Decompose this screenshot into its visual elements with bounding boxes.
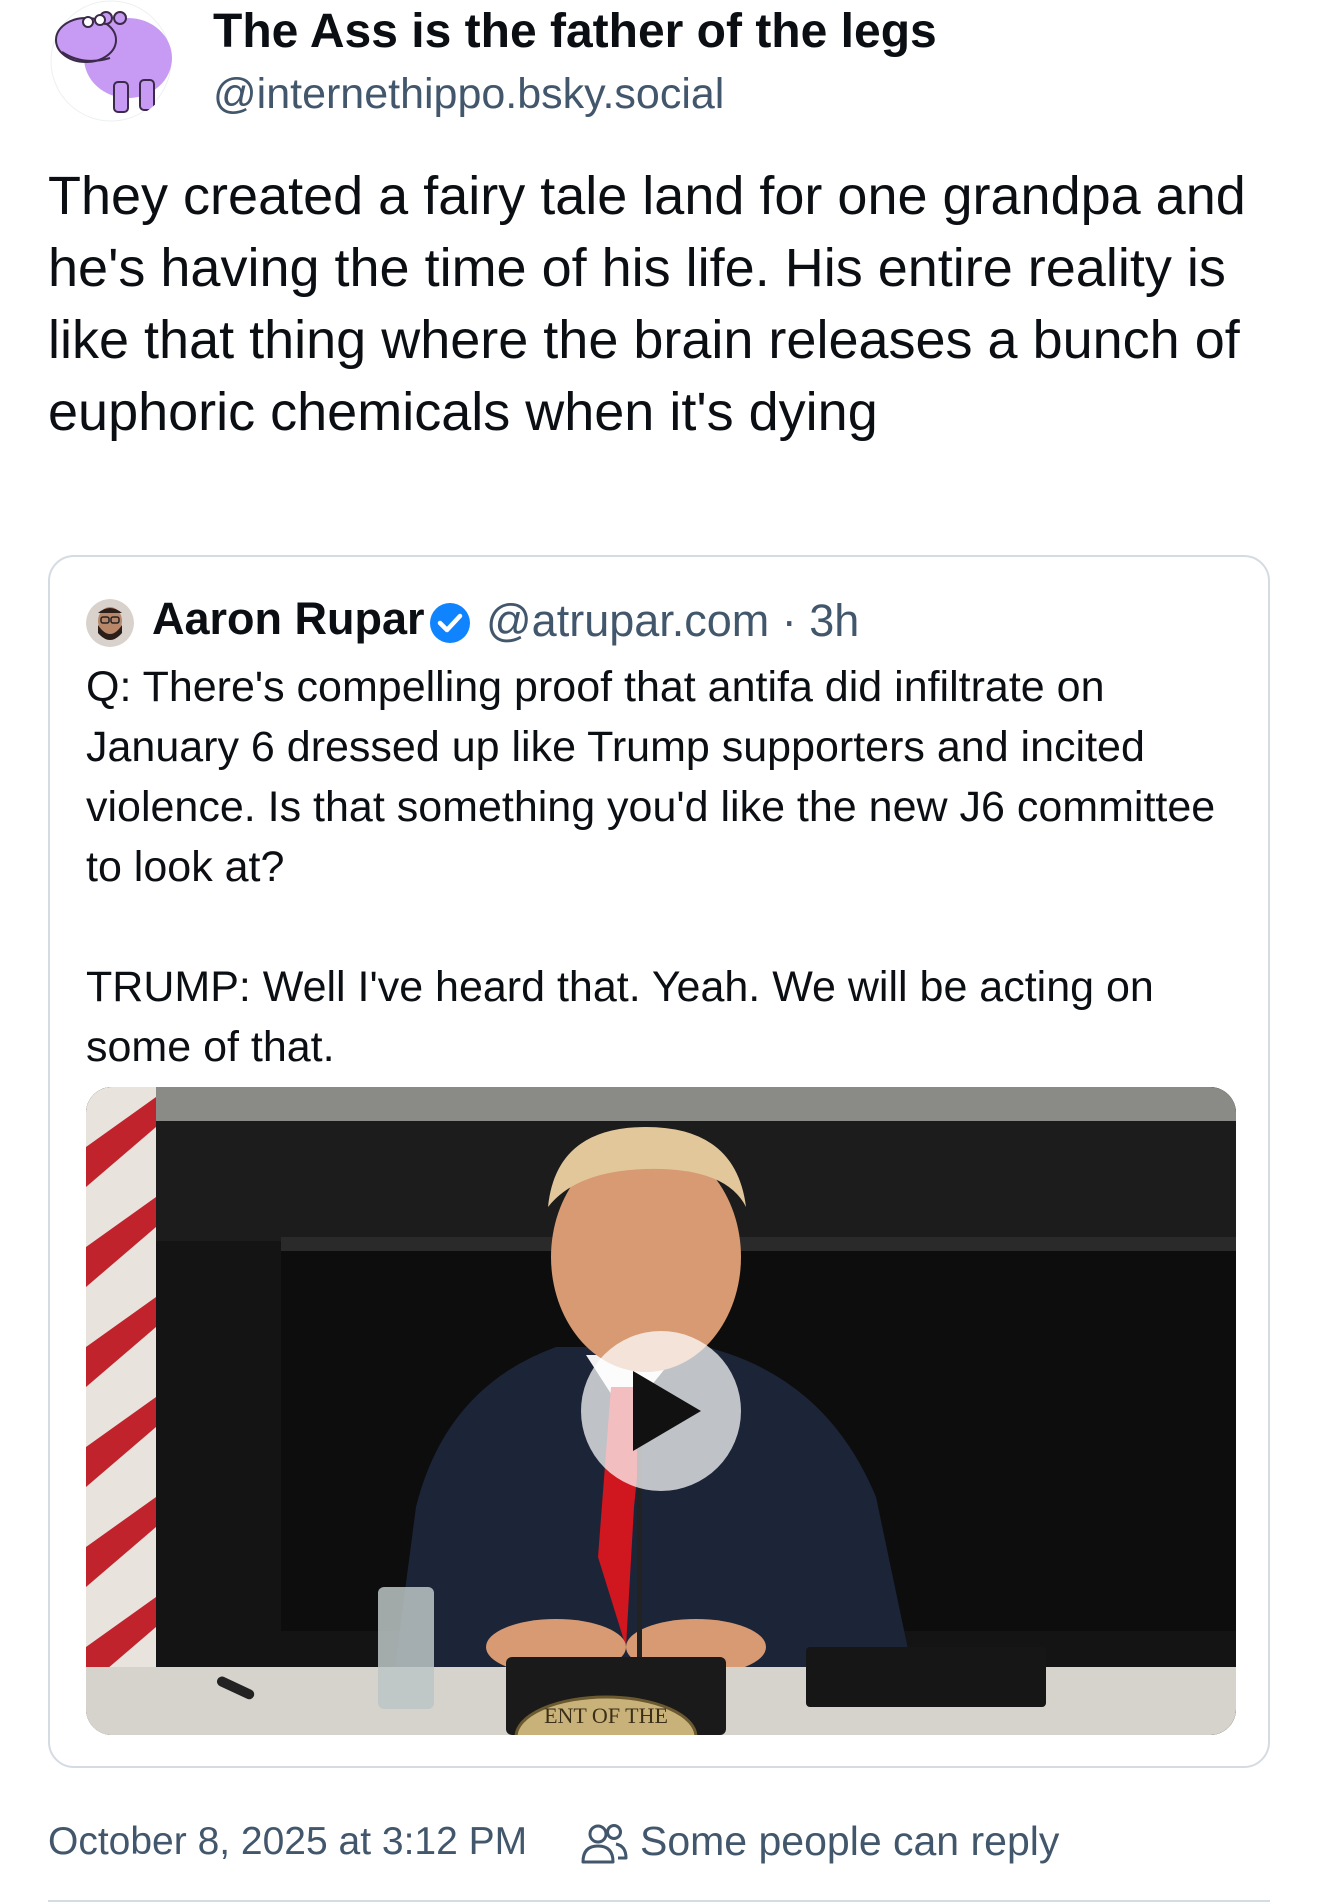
play-icon: [633, 1371, 701, 1451]
post-timestamp[interactable]: October 8, 2025 at 3:12 PM: [48, 1820, 527, 1864]
quoted-post-text: Q: There's compelling proof that antifa …: [86, 663, 1216, 1071]
quoted-post-header: Aaron Rupar @atrupar.com · 3h: [86, 593, 1236, 657]
hippo-avatar-icon: [50, 0, 172, 122]
quoted-post-card[interactable]: Aaron Rupar @atrupar.com · 3h Q: There's…: [48, 555, 1270, 1768]
play-button[interactable]: [581, 1331, 741, 1491]
bearded-man-avatar-icon: [86, 599, 134, 647]
divider: [48, 1900, 1270, 1902]
quoted-author-avatar[interactable]: [86, 599, 134, 647]
seal-text: ENT OF THE: [544, 1703, 668, 1728]
video-embed[interactable]: ENT OF THE: [86, 1087, 1236, 1735]
people-icon: [581, 1824, 628, 1864]
post-footer: October 8, 2025 at 3:12 PM Some people c…: [48, 1818, 1268, 1878]
author-display-name[interactable]: The Ass is the father of the legs: [213, 4, 937, 59]
reply-setting[interactable]: Some people can reply: [640, 1818, 1059, 1865]
post-author-header: The Ass is the father of the legs @inter…: [48, 0, 1268, 130]
author-avatar[interactable]: [48, 0, 174, 122]
post-text: They created a fairy tale land for one g…: [48, 166, 1261, 442]
quoted-author-handle-time[interactable]: @atrupar.com · 3h: [486, 595, 859, 647]
author-handle[interactable]: @internethippo.bsky.social: [213, 70, 724, 119]
verified-check-icon: [430, 603, 470, 643]
quoted-author-name[interactable]: Aaron Rupar: [152, 593, 425, 645]
